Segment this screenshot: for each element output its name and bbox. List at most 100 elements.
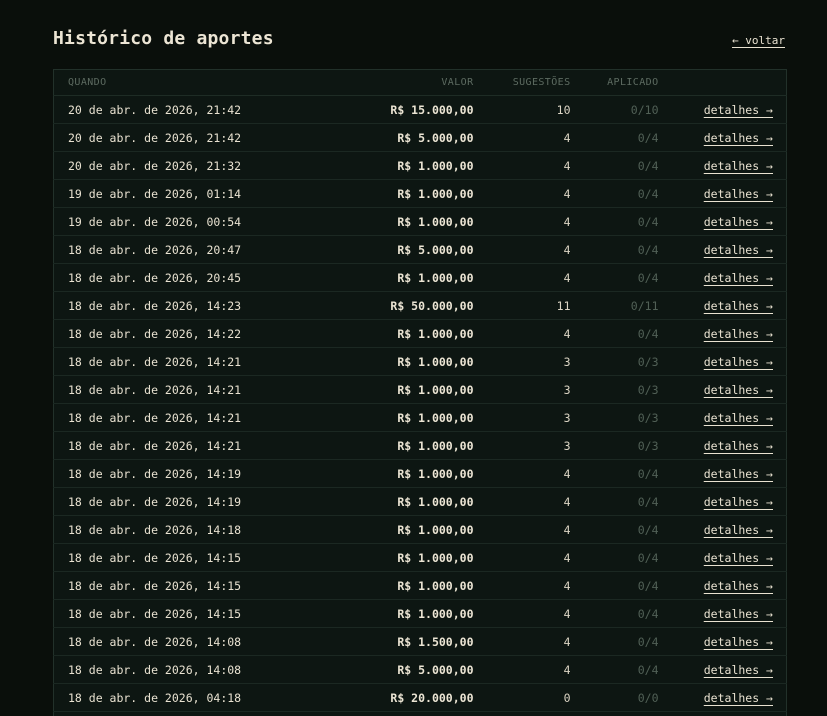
cell-valor: R$ 1.000,00 (298, 459, 474, 488)
cell-sugestoes: 10 (473, 95, 571, 124)
cell-detalhes: detalhes → (658, 431, 787, 460)
details-link[interactable]: detalhes → (704, 131, 773, 145)
cell-quando: 18 de abr. de 2026, 14:08 (53, 655, 299, 684)
details-link[interactable]: detalhes → (704, 215, 773, 229)
cell-detalhes: detalhes → (658, 235, 787, 264)
cell-detalhes: detalhes → (658, 179, 787, 208)
table-row: 18 de abr. de 2026, 14:15 R$ 1.000,00 4 … (53, 599, 787, 628)
cell-valor: R$ 1.000,00 (298, 571, 474, 600)
cell-valor: R$ 1.500,00 (298, 627, 474, 656)
details-link[interactable]: detalhes → (704, 383, 773, 397)
cell-aplicado: 0/3 (570, 375, 659, 404)
cell-aplicado: 0/3 (570, 403, 659, 432)
cell-aplicado: 0/4 (570, 543, 659, 572)
cell-valor: R$ 15.000,00 (298, 95, 474, 124)
table-row: 18 de abr. de 2026, 04:18 R$ 20.000,00 0… (53, 683, 787, 712)
cell-quando: 20 de abr. de 2026, 21:42 (53, 95, 299, 124)
cell-sugestoes: 4 (473, 487, 571, 516)
table-body: 20 de abr. de 2026, 21:42 R$ 15.000,00 1… (53, 95, 787, 716)
cell-sugestoes: 3 (473, 403, 571, 432)
cell-detalhes: detalhes → (658, 263, 787, 292)
cell-valor: R$ 1.000,00 (298, 179, 474, 208)
cell-quando: 18 de abr. de 2026, 14:18 (53, 515, 299, 544)
cell-sugestoes: 4 (473, 123, 571, 152)
details-link[interactable]: detalhes → (704, 411, 773, 425)
cell-aplicado: 0/4 (570, 319, 659, 348)
cell-valor: R$ 1.000,00 (298, 151, 474, 180)
details-link[interactable]: detalhes → (704, 663, 773, 677)
page: Histórico de aportes ← voltar QUANDO VAL… (0, 0, 827, 716)
cell-quando: 20 de abr. de 2026, 21:32 (53, 151, 299, 180)
details-link[interactable]: detalhes → (704, 607, 773, 621)
details-link[interactable]: detalhes → (704, 691, 773, 705)
cell-sugestoes: 3 (473, 347, 571, 376)
details-link[interactable]: detalhes → (704, 635, 773, 649)
cell-sugestoes: 0 (473, 683, 571, 712)
cell-aplicado: 0/4 (570, 263, 659, 292)
cell-quando: 18 de abr. de 2026, 14:21 (53, 403, 299, 432)
cell-detalhes: detalhes → (658, 487, 787, 516)
cell-detalhes: detalhes → (658, 319, 787, 348)
details-link[interactable]: detalhes → (704, 579, 773, 593)
details-link[interactable]: detalhes → (704, 439, 773, 453)
cell-aplicado: 0/4 (570, 515, 659, 544)
cell-valor: R$ 1.000,00 (298, 515, 474, 544)
details-link[interactable]: detalhes → (704, 495, 773, 509)
details-link[interactable]: detalhes → (704, 271, 773, 285)
details-link[interactable]: detalhes → (704, 327, 773, 341)
cell-detalhes: detalhes → (658, 571, 787, 600)
table-row: 18 de abr. de 2026, 14:22 R$ 1.000,00 4 … (53, 319, 787, 348)
column-header-aplicado: APLICADO (570, 69, 659, 96)
cell-aplicado: 0/4 (570, 151, 659, 180)
details-link[interactable]: detalhes → (704, 187, 773, 201)
table-row: 18 de abr. de 2026, 14:21 R$ 1.000,00 3 … (53, 375, 787, 404)
table-row: 18 de abr. de 2026, 14:19 R$ 1.000,00 4 … (53, 459, 787, 488)
cell-detalhes: detalhes → (658, 543, 787, 572)
column-header-quando: QUANDO (53, 69, 299, 96)
cell-quando: 18 de abr. de 2026, 14:15 (53, 543, 299, 572)
table-row: 20 de abr. de 2026, 21:42 R$ 5.000,00 4 … (53, 123, 787, 152)
cell-detalhes: detalhes → (658, 655, 787, 684)
cell-aplicado: 0/0 (570, 683, 659, 712)
details-link[interactable]: detalhes → (704, 243, 773, 257)
cell-aplicado: 0/4 (570, 179, 659, 208)
details-link[interactable]: detalhes → (704, 355, 773, 369)
cell-detalhes: detalhes → (658, 207, 787, 236)
cell-aplicado: 0/3 (570, 347, 659, 376)
table-header: QUANDO VALOR SUGESTÕES APLICADO (53, 69, 787, 96)
details-link[interactable]: detalhes → (704, 299, 773, 313)
cell-quando: 18 de abr. de 2026, 04:18 (53, 683, 299, 712)
back-link[interactable]: ← voltar (732, 34, 785, 49)
cell-sugestoes: 4 (473, 571, 571, 600)
cell-valor: R$ 1.000,00 (298, 487, 474, 516)
details-link[interactable]: detalhes → (704, 159, 773, 173)
cell-valor: R$ 5.000,00 (298, 655, 474, 684)
details-link[interactable]: detalhes → (704, 467, 773, 481)
table-row: 18 de abr. de 2026, 14:21 R$ 1.000,00 3 … (53, 347, 787, 376)
table-row: 18 de abr. de 2026, 14:21 R$ 1.000,00 3 … (53, 403, 787, 432)
cell-aplicado: 0/3 (570, 431, 659, 460)
cell-aplicado: 0/4 (570, 207, 659, 236)
cell-valor: R$ 1.000,00 (298, 263, 474, 292)
cell-sugestoes: 11 (473, 291, 571, 320)
cell-quando: 18 de abr. de 2026, 14:19 (53, 459, 299, 488)
cell-detalhes: detalhes → (658, 683, 787, 712)
details-link[interactable]: detalhes → (704, 523, 773, 537)
table-row: 18 de abr. de 2026, 14:08 R$ 5.000,00 4 … (53, 655, 787, 684)
cell-quando: 18 de abr. de 2026, 14:19 (53, 487, 299, 516)
cell-valor: R$ 5.000,00 (298, 235, 474, 264)
contributions-table: QUANDO VALOR SUGESTÕES APLICADO 20 de ab… (53, 69, 787, 716)
details-link[interactable]: detalhes → (704, 551, 773, 565)
cell-detalhes: detalhes → (658, 347, 787, 376)
cell-detalhes: detalhes → (658, 375, 787, 404)
details-link[interactable]: detalhes → (704, 103, 773, 117)
cell-aplicado: 0/11 (570, 291, 659, 320)
cell-valor: R$ 1.000,00 (298, 375, 474, 404)
cell-sugestoes: 4 (473, 319, 571, 348)
cell-aplicado: 0/4 (570, 655, 659, 684)
cell-sugestoes: 3 (473, 375, 571, 404)
cell-sugestoes: 4 (473, 179, 571, 208)
cell-sugestoes: 4 (473, 235, 571, 264)
page-title: Histórico de aportes (53, 28, 274, 49)
table-row: 18 de abr. de 2026, 14:08 R$ 1.500,00 4 … (53, 627, 787, 656)
